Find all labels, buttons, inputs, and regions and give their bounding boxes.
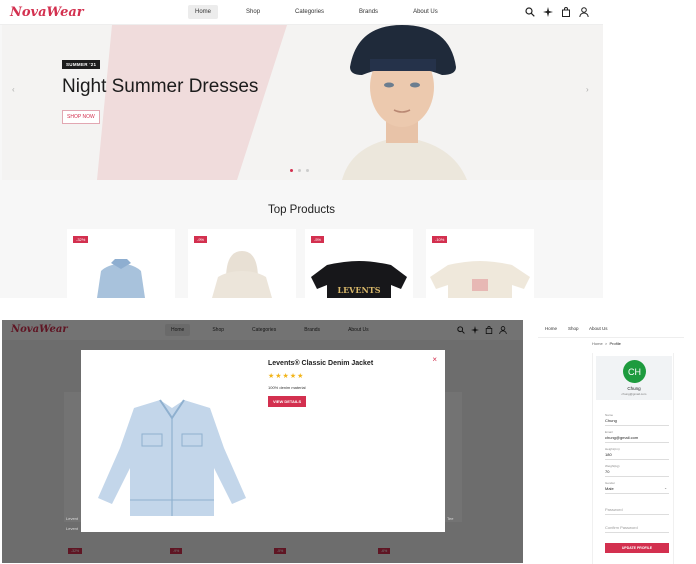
field-value: Chung [605,418,617,423]
shop-now-button[interactable]: SHOP NOW [62,110,100,124]
email-field[interactable]: Email chung@gmail.com [605,430,669,443]
rating-stars: ★★★★★ [268,373,305,380]
product-card[interactable]: -5% LEVENTS [305,229,413,298]
field-value: 70 [605,469,610,474]
breadcrumb-separator: > [604,341,608,346]
user-icon[interactable] [578,6,590,18]
product-card[interactable]: -9% [188,229,296,298]
password-field[interactable]: Password [605,503,669,515]
peek-text: Tee [447,516,454,521]
nav-shop[interactable]: Shop [239,5,267,19]
password-placeholder: Password [605,507,623,512]
top-products-title: Top Products [267,204,336,216]
nav-home[interactable]: Home [188,5,219,19]
field-label: Name [605,413,614,417]
hero-model-image [342,25,467,180]
top-navbar: NovaWear Home Shop Categories Brands Abo… [0,0,603,25]
search-icon[interactable] [524,6,536,18]
field-label: Gender [605,481,616,485]
field-label: Height(cm) [605,447,620,451]
season-badge: SUMMER '21 [62,60,101,69]
view-details-button[interactable]: VIEW DETAILS [268,396,307,407]
height-field[interactable]: Height(cm) 180 [605,447,669,460]
carousel-dots [290,169,314,172]
discount-badge: -9% [194,236,208,243]
tee-print-text: LEVENTS [337,285,380,295]
nav-home[interactable]: Home [545,326,557,331]
field-value: 180 [605,452,612,457]
modal-product-title: Levents® Classic Denim Jacket [268,360,374,367]
gender-select[interactable]: Gender Male ⌄ [605,481,669,494]
nav-about-us[interactable]: About Us [589,326,608,331]
discount-badge: -10% [432,236,448,243]
home-page-panel: NovaWear Home Shop Categories Brands Abo… [0,0,603,298]
discount-badge: -32% [73,236,89,243]
close-icon[interactable]: × [432,355,437,364]
modal-description: 100% denim material [268,385,306,390]
profile-name: Chung [627,386,641,391]
profile-page-panel: Home Shop About Us Home > Profile CH Chu… [538,318,684,564]
hero-next-arrow[interactable]: › [586,85,589,94]
chevron-down-icon: ⌄ [664,486,667,490]
quick-view-modal: × Levents® Classic Denim Jacket ★★★★★ 10… [81,350,445,532]
quick-view-panel: NovaWear Home Shop Categories Brands Abo… [2,320,523,563]
carousel-dot[interactable] [298,169,301,172]
sparkle-icon[interactable] [542,6,554,18]
weight-field[interactable]: Weight(kg) 70 [605,464,669,477]
update-profile-button[interactable]: UPDATE PROFILE [605,543,669,553]
product-card[interactable]: -32% [67,229,175,298]
confirm-password-field[interactable]: Confirm Password [605,521,669,533]
field-label: Email [605,430,613,434]
carousel-dot[interactable] [290,169,293,172]
hero-prev-arrow[interactable]: ‹ [12,85,15,94]
peek-text: Levent [66,516,79,521]
profile-email: chung@gmail.com [621,392,647,396]
field-label: Weight(kg) [605,464,620,468]
brand-logo[interactable]: NovaWear [10,5,84,20]
jacket-image [98,399,246,516]
field-value: Male [605,486,614,491]
breadcrumb-current: Profile [609,341,621,346]
hero-banner: ‹ › SUMMER '21 Night Summer Dresses SHOP… [2,25,603,180]
peek-text: Levent [66,526,79,531]
field-value: chung@gmail.com [605,435,639,440]
top-navbar: Home Shop About Us [538,318,684,338]
product-card[interactable]: -10% [426,229,534,298]
nav-brands[interactable]: Brands [352,5,385,19]
profile-card: CH Chung chung@gmail.com Name Chung Emai… [592,353,674,564]
hero-title: Night Summer Dresses [62,76,259,97]
nav-about-us[interactable]: About Us [406,5,445,19]
nav-categories[interactable]: Categories [288,5,331,19]
name-field[interactable]: Name Chung [605,413,669,426]
breadcrumb: Home > Profile [592,341,621,346]
carousel-dot[interactable] [306,169,309,172]
avatar[interactable]: CH [623,360,646,383]
breadcrumb-home[interactable]: Home [592,341,603,346]
confirm-password-placeholder: Confirm Password [605,525,638,530]
main-menu: Home Shop Categories Brands About Us [188,5,466,19]
cart-icon[interactable] [560,6,572,18]
nav-icons [524,6,596,18]
nav-shop[interactable]: Shop [568,326,579,331]
discount-badge: -5% [311,236,325,243]
